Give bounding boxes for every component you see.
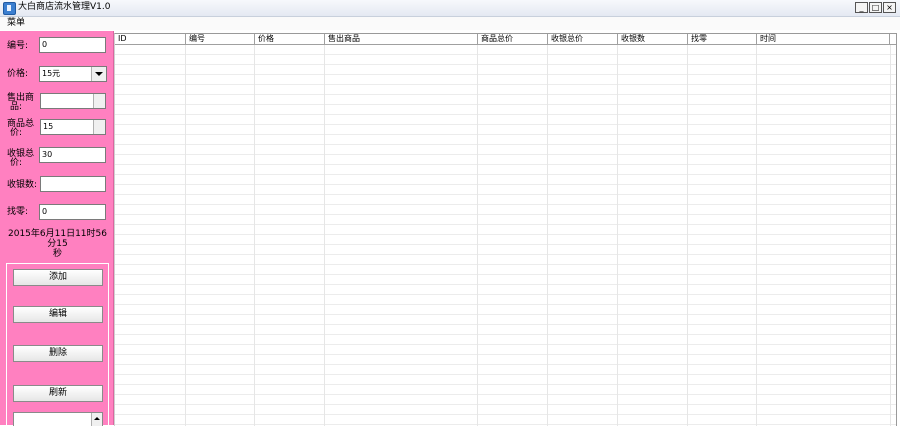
received-amount-label: 收银数: bbox=[7, 180, 38, 190]
column-header-change[interactable]: 找零 bbox=[688, 34, 757, 45]
price-select[interactable]: 15元 bbox=[39, 66, 107, 82]
id-field[interactable]: 0 bbox=[39, 37, 106, 53]
column-header-sold-goods[interactable]: 售出商品 bbox=[325, 34, 478, 45]
chevron-down-icon[interactable] bbox=[91, 67, 106, 81]
column-divider bbox=[324, 34, 478, 426]
spinner-icon[interactable] bbox=[93, 94, 105, 108]
sold-goods-stepper[interactable] bbox=[40, 93, 106, 109]
edit-button[interactable]: 编辑 bbox=[13, 306, 103, 323]
app-icon bbox=[3, 2, 16, 15]
received-amount-field[interactable] bbox=[40, 176, 106, 192]
menu-bar: 菜单 bbox=[0, 17, 900, 30]
column-header-goods-total[interactable]: 商品总价 bbox=[478, 34, 548, 45]
column-divider bbox=[687, 34, 757, 426]
maximize-button[interactable]: □ bbox=[869, 2, 882, 13]
refresh-button[interactable]: 刷新 bbox=[13, 385, 103, 402]
sidebar-form: 编号: 0 价格: 15元 售出商 品: 商品总 价: 15 收银总 价: 30… bbox=[0, 31, 114, 426]
scroll-up-icon[interactable] bbox=[91, 413, 102, 426]
menu-item-main[interactable]: 菜单 bbox=[7, 17, 25, 30]
add-button[interactable]: 添加 bbox=[13, 269, 103, 286]
column-header-received-amount[interactable]: 收银数 bbox=[618, 34, 688, 45]
close-button[interactable]: × bbox=[883, 2, 896, 13]
change-field[interactable]: 0 bbox=[39, 204, 106, 220]
window-title: 大白商店流水管理V1.0 bbox=[18, 2, 111, 12]
log-textbox[interactable] bbox=[13, 412, 103, 426]
change-label: 找零: bbox=[7, 207, 29, 217]
sold-goods-label-line2: 品: bbox=[10, 102, 23, 112]
column-header-price[interactable]: 价格 bbox=[255, 34, 325, 45]
column-header-received-total[interactable]: 收银总价 bbox=[548, 34, 618, 45]
column-divider bbox=[185, 34, 255, 426]
column-divider bbox=[547, 34, 618, 426]
goods-total-stepper[interactable]: 15 bbox=[40, 119, 106, 135]
button-panel: 添加 编辑 删除 刷新 bbox=[6, 263, 109, 426]
column-divider bbox=[617, 34, 688, 426]
current-datetime: 2015年6月11日11时56分15 秒 bbox=[6, 229, 109, 259]
datetime-line2: 秒 bbox=[52, 249, 62, 259]
column-divider bbox=[115, 34, 186, 426]
column-divider bbox=[756, 34, 891, 426]
goods-total-label-line2: 价: bbox=[10, 128, 23, 138]
column-header-id[interactable]: ID bbox=[115, 34, 186, 45]
received-total-label-line2: 价: bbox=[10, 158, 23, 168]
id-label: 编号: bbox=[7, 41, 29, 51]
delete-button[interactable]: 删除 bbox=[13, 345, 103, 362]
header-filler bbox=[890, 34, 896, 45]
minimize-button[interactable]: _ bbox=[855, 2, 868, 13]
column-header-number[interactable]: 编号 bbox=[186, 34, 255, 45]
spinner-icon[interactable] bbox=[93, 120, 105, 134]
goods-total-value: 15 bbox=[43, 122, 54, 131]
price-label: 价格: bbox=[7, 69, 29, 79]
received-total-field[interactable]: 30 bbox=[39, 147, 106, 163]
column-header-time[interactable]: 时间 bbox=[757, 34, 890, 45]
records-table[interactable]: ID 编号 价格 售出商品 商品总价 收银总价 收银数 找零 时间 bbox=[114, 33, 897, 426]
column-divider bbox=[477, 34, 548, 426]
column-divider bbox=[254, 34, 325, 426]
title-bar: 大白商店流水管理V1.0 _ □ × bbox=[0, 0, 900, 17]
price-select-value: 15元 bbox=[42, 69, 61, 78]
datetime-line1: 2015年6月11日11时56分15 bbox=[8, 229, 107, 249]
